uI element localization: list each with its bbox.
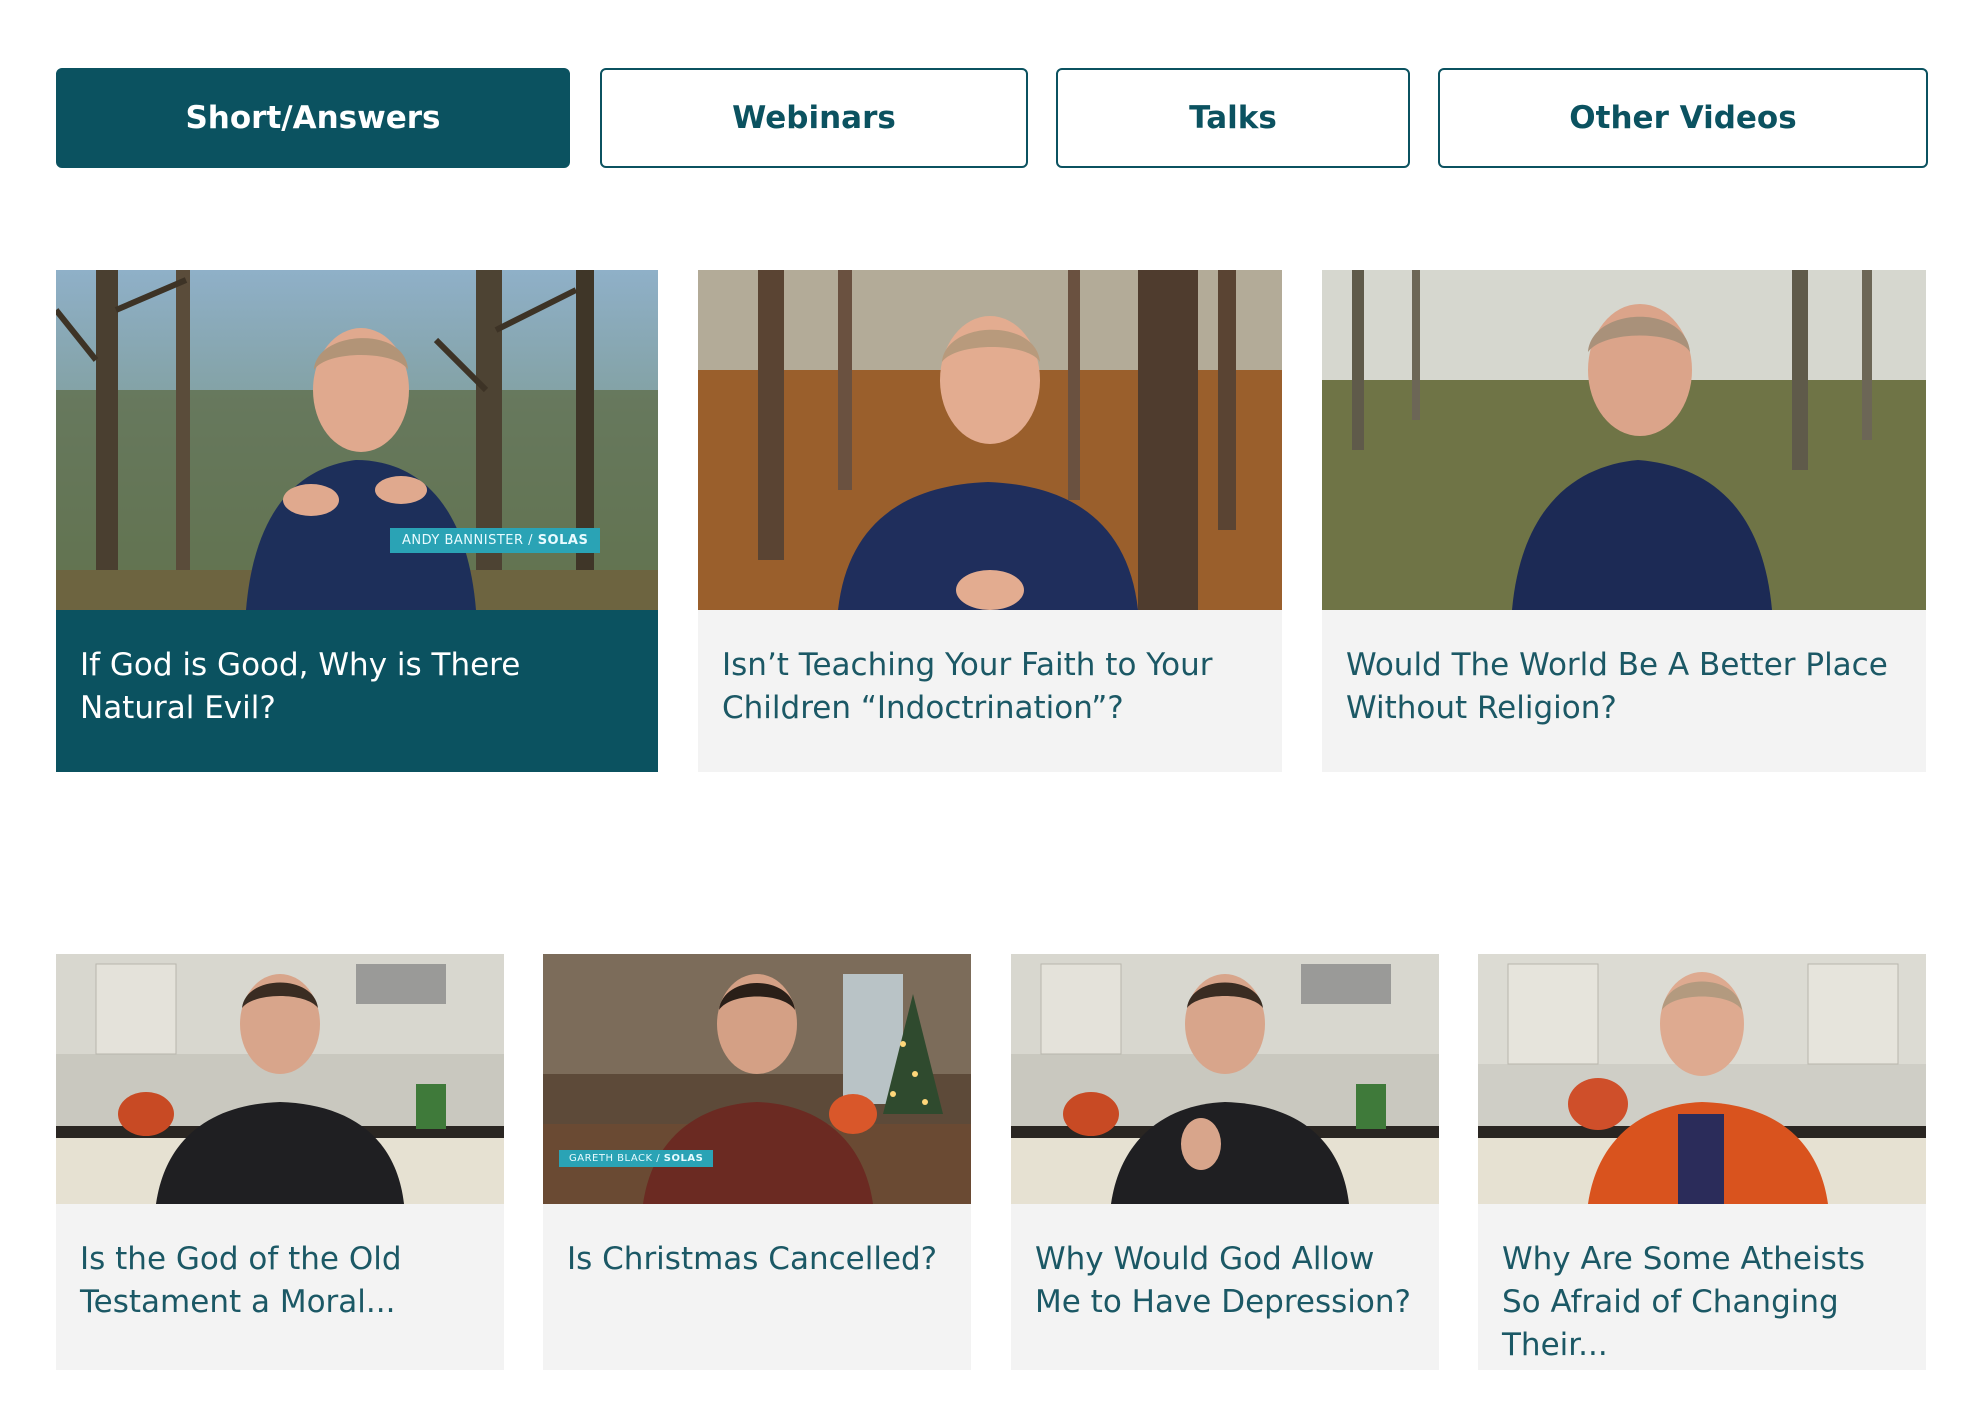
video-thumbnail: GARETH BLACK / SOLAS (543, 954, 971, 1204)
video-title[interactable]: Would The World Be A Better Place Withou… (1322, 610, 1926, 730)
video-card[interactable]: Why Would God Allow Me to Have Depressio… (1011, 954, 1439, 1370)
video-card[interactable]: GARETH BLACK / SOLAS Is Christmas Cancel… (543, 954, 971, 1370)
video-card[interactable]: Would The World Be A Better Place Withou… (1322, 270, 1926, 772)
tab-short-answers[interactable]: Short/Answers (56, 68, 570, 168)
video-thumbnail (56, 954, 504, 1204)
video-title[interactable]: If God is Good, Why is There Natural Evi… (56, 610, 658, 730)
video-card[interactable]: Why Are Some Atheists So Afraid of Chang… (1478, 954, 1926, 1370)
video-thumbnail (1322, 270, 1926, 610)
lower-third-org: SOLAS (537, 533, 589, 548)
video-card[interactable]: Is the God of the Old Testament a Moral.… (56, 954, 504, 1370)
tab-talks[interactable]: Talks (1056, 68, 1410, 168)
tab-other-videos[interactable]: Other Videos (1438, 68, 1928, 168)
video-library: Short/Answers Webinars Talks Other Video… (0, 0, 1970, 1422)
video-card[interactable]: ANDY BANNISTER / SOLAS If God is Good, W… (56, 270, 658, 772)
lower-third-name-badge: GARETH BLACK / SOLAS (559, 1150, 714, 1167)
video-card[interactable]: Isn’t Teaching Your Faith to Your Childr… (698, 270, 1282, 772)
video-title[interactable]: Is Christmas Cancelled? (543, 1204, 971, 1281)
lower-third-name: GARETH BLACK (569, 1153, 653, 1164)
video-title[interactable]: Isn’t Teaching Your Faith to Your Childr… (698, 610, 1282, 730)
video-title[interactable]: Why Are Some Atheists So Afraid of Chang… (1478, 1204, 1926, 1367)
video-thumbnail (1478, 954, 1926, 1204)
video-thumbnail (698, 270, 1282, 610)
video-thumbnail (1011, 954, 1439, 1204)
lower-third-org: SOLAS (663, 1153, 704, 1164)
lower-third-name: ANDY BANNISTER (402, 533, 524, 548)
tab-webinars[interactable]: Webinars (600, 68, 1028, 168)
video-title[interactable]: Is the God of the Old Testament a Moral.… (56, 1204, 504, 1324)
video-thumbnail: ANDY BANNISTER / SOLAS (56, 270, 658, 610)
video-title[interactable]: Why Would God Allow Me to Have Depressio… (1011, 1204, 1439, 1324)
lower-third-name-badge: ANDY BANNISTER / SOLAS (390, 528, 601, 553)
